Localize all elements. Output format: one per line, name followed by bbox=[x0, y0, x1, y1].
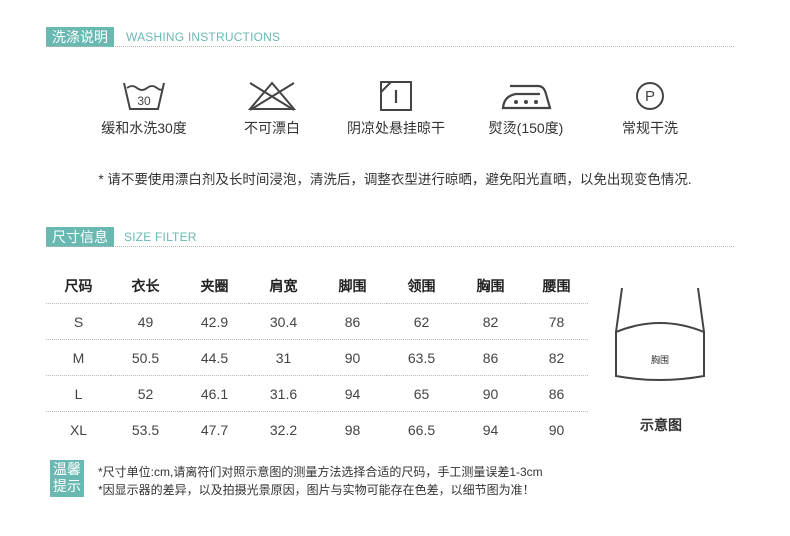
table-row: S 49 42.9 30.4 86 62 82 78 bbox=[46, 303, 588, 340]
table-row: M 50.5 44.5 31 90 63.5 86 82 bbox=[46, 339, 588, 376]
tips-label-line2: 提示 bbox=[53, 478, 81, 494]
tip-line-1: *尺寸单位:cm,请离符们对照示意图的测量方法选择合适的尺码，手工测量误差1-3… bbox=[98, 465, 543, 479]
header-cell: 衣长 bbox=[131, 277, 160, 294]
no-bleach-icon bbox=[247, 81, 297, 111]
hang-dry-shade-icon bbox=[380, 81, 412, 111]
header-cell: 胸围 bbox=[476, 277, 505, 294]
table-cell: 65 bbox=[387, 375, 456, 412]
table-cell: 82 bbox=[525, 339, 588, 376]
tip-line-2: *因显示器的差异，以及拍摄光景原因，图片与实物可能存在色差，以细节图为准！ bbox=[98, 483, 535, 497]
care-label-bleach: 不可漂白 bbox=[244, 120, 300, 136]
size-table-header: 尺码 衣长 夹圈 肩宽 脚围 领围 胸围 腰围 bbox=[46, 268, 588, 304]
bra-diagram: 胸围 bbox=[615, 287, 705, 381]
size-title-en: SIZE FILTER bbox=[124, 230, 197, 244]
table-cell: 53.5 bbox=[111, 411, 180, 447]
care-label-dryclean: 常规干洗 bbox=[622, 120, 678, 136]
dry-clean-letter: P bbox=[645, 88, 655, 105]
care-item-wash: 30 缓和水洗30度 bbox=[84, 80, 204, 138]
table-cell: 42.9 bbox=[180, 303, 249, 340]
washing-note: * 请不要使用漂白剂及长时间浸泡，清洗后，调整衣型进行晾晒，避免阳光直晒，以免出… bbox=[98, 172, 692, 187]
table-cell: 94 bbox=[318, 375, 387, 412]
table-cell: 30.4 bbox=[249, 303, 318, 340]
table-cell: L bbox=[46, 375, 111, 412]
care-label-dry: 阴凉处悬挂晾干 bbox=[347, 120, 445, 136]
table-cell: M bbox=[46, 339, 111, 376]
table-cell: 31 bbox=[249, 339, 318, 376]
header-cell: 肩宽 bbox=[269, 277, 298, 294]
care-item-dryclean: P 常规干洗 bbox=[590, 80, 710, 138]
table-cell: 32.2 bbox=[249, 411, 318, 447]
care-item-bleach: 不可漂白 bbox=[212, 80, 332, 138]
table-cell: 90 bbox=[525, 411, 588, 447]
table-cell: XL bbox=[46, 411, 111, 447]
size-title-cn: 尺寸信息 bbox=[46, 227, 114, 247]
care-item-dry: 阴凉处悬挂晾干 bbox=[336, 80, 456, 138]
table-cell: 82 bbox=[456, 303, 525, 340]
iron-icon bbox=[501, 84, 552, 110]
table-cell: 94 bbox=[456, 411, 525, 447]
table-cell: 46.1 bbox=[180, 375, 249, 412]
table-cell: 86 bbox=[456, 339, 525, 376]
table-cell: 78 bbox=[525, 303, 588, 340]
table-row: XL 53.5 47.7 32.2 98 66.5 94 90 bbox=[46, 411, 588, 447]
tips-badge: 温馨 提示 bbox=[50, 460, 84, 497]
washing-title-cn: 洗涤说明 bbox=[46, 27, 114, 47]
table-cell: 63.5 bbox=[387, 339, 456, 376]
table-cell: 90 bbox=[456, 375, 525, 412]
dry-clean-icon: P bbox=[636, 82, 664, 110]
wash-30-icon: 30 bbox=[123, 82, 165, 110]
table-row: L 52 46.1 31.6 94 65 90 86 bbox=[46, 375, 588, 412]
table-cell: 86 bbox=[525, 375, 588, 412]
table-cell: 52 bbox=[111, 375, 180, 412]
table-cell: 90 bbox=[318, 339, 387, 376]
size-table: 尺码 衣长 夹圈 肩宽 脚围 领围 胸围 腰围 S 49 42.9 30.4 8… bbox=[46, 268, 588, 447]
table-cell: 47.7 bbox=[180, 411, 249, 447]
table-cell: 86 bbox=[318, 303, 387, 340]
diagram-chest-label: 胸围 bbox=[651, 354, 669, 366]
care-item-iron: 熨烫(150度) bbox=[466, 80, 586, 138]
size-divider bbox=[46, 246, 734, 247]
header-cell: 尺码 bbox=[64, 277, 93, 294]
tips-label-line1: 温馨 bbox=[53, 461, 81, 477]
washing-divider bbox=[46, 46, 734, 47]
table-cell: 50.5 bbox=[111, 339, 180, 376]
table-cell: 49 bbox=[111, 303, 180, 340]
table-cell: 98 bbox=[318, 411, 387, 447]
header-cell: 腰围 bbox=[542, 277, 571, 294]
table-cell: 62 bbox=[387, 303, 456, 340]
table-cell: S bbox=[46, 303, 111, 340]
washing-title-en: WASHING INSTRUCTIONS bbox=[126, 30, 281, 44]
wash-temp-text: 30 bbox=[137, 94, 151, 108]
care-label-iron: 熨烫(150度) bbox=[488, 120, 564, 136]
table-cell: 66.5 bbox=[387, 411, 456, 447]
header-cell: 领围 bbox=[407, 277, 436, 294]
header-cell: 脚围 bbox=[338, 277, 367, 294]
care-label-wash: 缓和水洗30度 bbox=[101, 120, 187, 136]
table-cell: 44.5 bbox=[180, 339, 249, 376]
table-cell: 31.6 bbox=[249, 375, 318, 412]
diagram-caption: 示意图 bbox=[640, 417, 682, 433]
header-cell: 夹圈 bbox=[200, 277, 229, 294]
